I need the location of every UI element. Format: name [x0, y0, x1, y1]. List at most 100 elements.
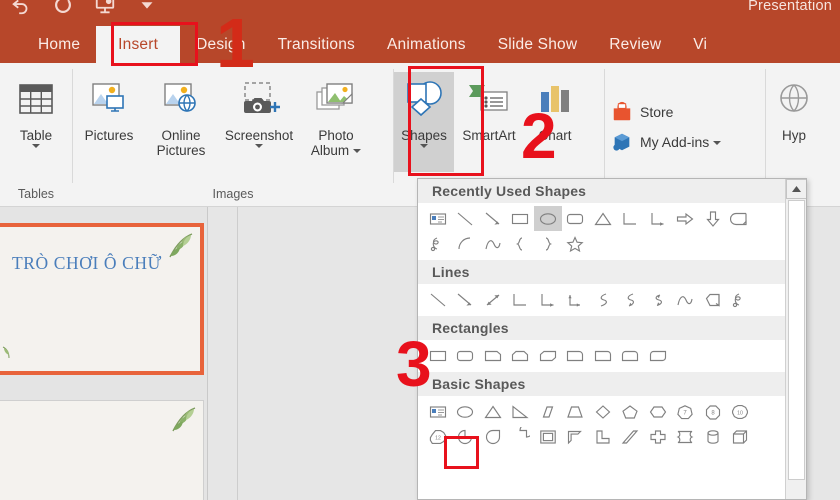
shape-snip-same-side-corner-rectangle[interactable]	[507, 343, 535, 368]
slide-thumbnail-1[interactable]: TRÒ CHƠI Ô CHỮ	[0, 223, 204, 375]
shape-elbow-arrow-connector[interactable]	[644, 206, 672, 231]
undo-icon[interactable]	[10, 0, 32, 16]
scroll-up-arrow-icon[interactable]	[786, 179, 806, 199]
tab-transitions[interactable]: Transitions	[262, 26, 371, 63]
shape-cylinder[interactable]	[699, 424, 727, 449]
online-pictures-icon	[159, 74, 203, 126]
shape-arc[interactable]	[452, 231, 480, 256]
shape-round-same-side-corner-rectangle[interactable]	[617, 343, 645, 368]
shape-star-5-point[interactable]	[562, 231, 590, 256]
shape-line[interactable]	[424, 287, 452, 312]
shapes-gallery-dropdown[interactable]: Recently Used Shapes Lines Rectangles Basic…	[417, 178, 807, 500]
slide-thumbnail-pane[interactable]: TRÒ CHƠI Ô CHỮ	[0, 207, 208, 500]
start-slideshow-icon[interactable]	[94, 0, 116, 16]
shape-freeform-scribble[interactable]	[727, 287, 755, 312]
shape-down-arrow[interactable]	[699, 206, 727, 231]
store-button[interactable]: Store	[605, 97, 679, 127]
leaf-decoration-small-icon	[0, 345, 18, 361]
shape-l-shape[interactable]	[589, 424, 617, 449]
chevron-down-icon[interactable]	[32, 144, 40, 148]
shape-curved-double-arrow-connector[interactable]	[644, 287, 672, 312]
shape-elbow-double-arrow-connector[interactable]	[562, 287, 590, 312]
shape-rounded-rectangle[interactable]	[452, 343, 480, 368]
shape-right-triangle[interactable]	[507, 399, 535, 424]
shape-frame[interactable]	[534, 424, 562, 449]
shape-elbow-arrow-connector[interactable]	[534, 287, 562, 312]
shape-left-brace[interactable]	[507, 231, 535, 256]
shape-pie[interactable]	[452, 424, 480, 449]
slide-thumbnail-2[interactable]	[0, 400, 204, 500]
customize-quick-access-toolbar-icon[interactable]	[136, 0, 158, 16]
shape-text-box[interactable]	[424, 399, 452, 424]
shape-isosceles-triangle[interactable]	[479, 399, 507, 424]
shape-cube[interactable]	[727, 424, 755, 449]
smartart-button[interactable]: SmartArt	[454, 72, 524, 143]
pictures-button[interactable]: Pictures	[73, 72, 145, 143]
shape-oval[interactable]	[534, 206, 562, 231]
shape-line[interactable]	[452, 206, 480, 231]
shape-curve[interactable]	[479, 231, 507, 256]
shape-teardrop[interactable]	[479, 424, 507, 449]
shape-oval[interactable]	[452, 399, 480, 424]
tab-slide-show[interactable]: Slide Show	[482, 26, 594, 63]
shape-elbow-connector[interactable]	[617, 206, 645, 231]
shape-flowchart-delay[interactable]	[727, 206, 755, 231]
shapes-row: 7 8 10	[424, 399, 786, 424]
shape-snip-and-round-single-corner-rectangle[interactable]	[562, 343, 590, 368]
chevron-down-icon[interactable]	[353, 149, 362, 153]
shape-decagon[interactable]: 10	[727, 399, 755, 424]
scrollbar-track[interactable]	[788, 200, 805, 480]
table-button[interactable]: Table	[0, 72, 72, 148]
shape-octagon[interactable]: 8	[699, 399, 727, 424]
shape-curved-connector[interactable]	[589, 287, 617, 312]
shape-heptagon[interactable]: 7	[672, 399, 700, 424]
screenshot-button[interactable]: Screenshot	[217, 72, 301, 148]
my-addins-button[interactable]: My Add-ins	[605, 127, 727, 157]
shape-isosceles-triangle[interactable]	[589, 206, 617, 231]
tab-view[interactable]: Vi	[677, 26, 723, 63]
shape-pentagon[interactable]	[617, 399, 645, 424]
chevron-down-icon[interactable]	[420, 144, 428, 148]
shape-freeform-shape[interactable]	[699, 287, 727, 312]
shape-hexagon[interactable]	[644, 399, 672, 424]
shape-l-shape-corner[interactable]	[562, 424, 590, 449]
shape-snip-single-corner-rectangle[interactable]	[479, 343, 507, 368]
shape-line-arrow[interactable]	[479, 206, 507, 231]
chevron-down-icon[interactable]	[255, 144, 263, 148]
shape-parallelogram[interactable]	[534, 399, 562, 424]
shape-plaque[interactable]	[672, 424, 700, 449]
shapes-section-header: Basic Shapes	[418, 372, 786, 396]
shape-right-brace[interactable]	[534, 231, 562, 256]
shape-cross[interactable]	[644, 424, 672, 449]
hyperlink-button[interactable]: Hyp	[766, 72, 822, 143]
shape-text-box[interactable]	[424, 206, 452, 231]
shape-rounded-rectangle[interactable]	[562, 206, 590, 231]
chevron-down-icon[interactable]	[713, 141, 722, 145]
shape-right-arrow[interactable]	[672, 206, 700, 231]
shape-chord[interactable]	[507, 424, 535, 449]
shape-snip-diagonal-corner-rectangle[interactable]	[534, 343, 562, 368]
photo-album-button[interactable]: Photo Album	[301, 72, 371, 158]
shape-round-single-corner-rectangle[interactable]	[589, 343, 617, 368]
shape-line-arrow[interactable]	[452, 287, 480, 312]
shapes-button[interactable]: Shapes	[394, 72, 454, 172]
online-pictures-button[interactable]: Online Pictures	[145, 72, 217, 158]
shape-line-double-arrow[interactable]	[479, 287, 507, 312]
shape-curved-arrow-connector[interactable]	[617, 287, 645, 312]
tab-insert[interactable]: Insert	[96, 26, 181, 63]
tab-animations[interactable]: Animations	[371, 26, 482, 63]
shapes-gallery-scrollbar[interactable]	[785, 179, 806, 499]
shapes-row	[424, 231, 786, 256]
shape-trapezoid[interactable]	[562, 399, 590, 424]
shape-round-diagonal-corner-rectangle[interactable]	[644, 343, 672, 368]
shape-dodecagon[interactable]: 12	[424, 424, 452, 449]
shape-elbow-connector[interactable]	[507, 287, 535, 312]
tab-review[interactable]: Review	[593, 26, 677, 63]
shape-freeform-scribble[interactable]	[424, 231, 452, 256]
shape-rectangle[interactable]	[507, 206, 535, 231]
shape-curve[interactable]	[672, 287, 700, 312]
tab-home[interactable]: Home	[22, 26, 96, 63]
shape-diagonal-stripe[interactable]	[617, 424, 645, 449]
shape-diamond[interactable]	[589, 399, 617, 424]
redo-icon[interactable]	[52, 0, 74, 16]
